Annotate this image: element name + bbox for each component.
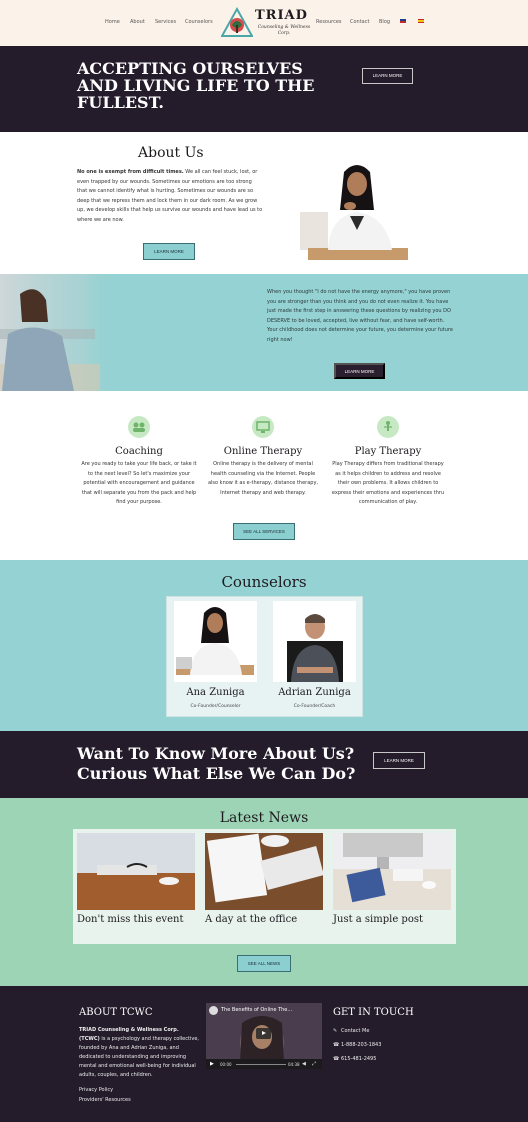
counselor-name: Adrian Zuniga — [278, 687, 351, 698]
news-section: Latest News Don't miss this event A day … — [0, 798, 528, 986]
service-text: Play Therapy differs from traditional th… — [331, 461, 445, 505]
monitor-icon — [252, 416, 274, 438]
nav-about[interactable]: About — [130, 19, 145, 25]
service-online-therapy[interactable]: Online Therapy Online therapy is the del… — [205, 416, 321, 498]
counselors-section: Counselors Ana Zuniga Co-Founder/Counsel… — [0, 560, 528, 731]
nav-blog[interactable]: Blog — [379, 19, 390, 25]
channel-avatar — [209, 1006, 218, 1015]
about-lead: No one is exempt from difficult times. — [77, 169, 184, 175]
footer-about-heading: ABOUT TCWC — [79, 1007, 153, 1018]
about-section: About Us No one is exempt from difficult… — [0, 132, 528, 274]
band-text: When you thought "I do not have the ener… — [267, 289, 453, 343]
service-title: Online Therapy — [223, 446, 303, 457]
service-text: Online therapy is the delivery of mental… — [207, 461, 319, 496]
volume-icon[interactable]: ◀ — [302, 1061, 306, 1067]
video-title[interactable]: The Benefits of Online The... — [221, 1007, 292, 1013]
site-footer: ABOUT TCWC TRIAD Counseling & Wellness C… — [0, 986, 528, 1122]
band-learn-more-button[interactable]: LEARN MORE — [334, 363, 385, 379]
about-heading: About Us — [138, 145, 204, 161]
phone-icon: ☎ — [333, 1056, 340, 1062]
contact-item[interactable]: ☎ 615-481-2495 — [333, 1056, 376, 1062]
contact-item[interactable]: ✎ Contact Me — [333, 1028, 369, 1034]
ana-zuniga-photo — [300, 160, 415, 260]
contact-text: Contact Me — [341, 1028, 370, 1034]
counselor-role: Co-Founder/Coach — [293, 704, 336, 709]
news-title[interactable]: Don't miss this event — [77, 914, 195, 925]
hero-learn-more-button[interactable]: LEARN MORE — [362, 68, 413, 84]
hero-section: ACCEPTING OURSELVES AND LIVING LIFE TO T… — [0, 46, 528, 132]
phone-icon: ☎ — [333, 1042, 340, 1048]
counselor-name: Ana Zuniga — [186, 687, 245, 698]
play-icon — [262, 1031, 266, 1035]
news-card[interactable]: A day at the office — [205, 833, 323, 925]
service-title: Play Therapy — [354, 446, 422, 457]
about-learn-more-button[interactable]: LEARN MORE — [143, 243, 195, 260]
news-card-group: Don't miss this event A day at the offic… — [73, 829, 456, 944]
fullscreen-icon[interactable]: ⤢ — [312, 1061, 316, 1067]
nav-resources[interactable]: Resources — [316, 19, 342, 25]
counselors-heading: Counselors — [221, 573, 307, 591]
site-header: Home About Services Counselors TRIAD Cou… — [0, 0, 528, 46]
adrian-zuniga-portrait[interactable] — [273, 601, 356, 682]
pencil-icon: ✎ — [333, 1028, 338, 1034]
contact-text: 1-888-203-1843 — [341, 1042, 382, 1048]
news-image-imac — [333, 833, 451, 910]
play-icon-small[interactable]: ▶ — [210, 1061, 214, 1067]
see-all-services-button[interactable]: SEE ALL SERVICES — [233, 523, 295, 540]
nav-counselors[interactable]: Counselors — [185, 19, 213, 25]
service-play-therapy[interactable]: Play Therapy Play Therapy differs from t… — [330, 416, 446, 508]
news-card[interactable]: Just a simple post — [333, 833, 451, 925]
video-total-time: 04:38 — [288, 1062, 300, 1067]
services-section: Coaching Are you ready to take your life… — [0, 391, 528, 560]
english-flag-icon[interactable] — [400, 19, 406, 23]
site-logo[interactable]: TRIAD Counseling & Wellness Corp. — [221, 5, 313, 41]
contact-item[interactable]: ☎ 1-888-203-1843 — [333, 1042, 381, 1048]
child-icon — [377, 416, 399, 438]
counselor-role: Co-Founder/Counselor — [190, 704, 241, 709]
cta-title: Want To Know More About Us? Curious What… — [77, 744, 356, 783]
cta-learn-more-button[interactable]: LEARN MORE — [373, 752, 425, 769]
service-title: Coaching — [115, 446, 163, 457]
about-body: We all can feel stuck, lost, or even tra… — [77, 169, 263, 223]
news-image-office — [205, 833, 323, 910]
footer-about-body: is a psychology and therapy collective, … — [79, 1036, 199, 1078]
video-current-time: 00:00 — [220, 1062, 232, 1067]
contact-text: 615-481-2495 — [341, 1056, 377, 1062]
triad-logo-icon — [221, 7, 253, 37]
logo-name: TRIAD — [255, 8, 308, 23]
ana-zuniga-portrait[interactable] — [174, 601, 257, 682]
nav-home[interactable]: Home — [105, 19, 120, 25]
footer-about-text: TRIAD Counseling & Wellness Corp. (TCWC)… — [79, 1026, 199, 1080]
logo-subtitle: Counseling & Wellness Corp. — [257, 25, 311, 36]
providers-resources-link[interactable]: Providers' Resources — [79, 1097, 131, 1103]
news-title[interactable]: Just a simple post — [333, 914, 451, 925]
counselors-card-group: Ana Zuniga Co-Founder/Counselor Adrian Z… — [166, 596, 363, 717]
service-text: Are you ready to take your life back, or… — [81, 461, 197, 505]
about-text: No one is exempt from difficult times. W… — [77, 168, 263, 225]
woman-by-sea-photo — [0, 274, 120, 391]
news-card[interactable]: Don't miss this event — [77, 833, 195, 925]
play-button[interactable] — [256, 1028, 271, 1039]
hero-title: ACCEPTING OURSELVES AND LIVING LIFE TO T… — [77, 59, 315, 112]
news-heading: Latest News — [219, 810, 309, 826]
spanish-flag-icon[interactable] — [418, 19, 424, 23]
news-title[interactable]: A day at the office — [205, 914, 323, 925]
privacy-policy-link[interactable]: Privacy Policy — [79, 1087, 113, 1093]
nav-contact[interactable]: Contact — [350, 19, 369, 25]
see-all-news-button[interactable]: SEE ALL NEWS — [237, 955, 291, 972]
people-icon — [128, 416, 150, 438]
cta-section: Want To Know More About Us? Curious What… — [0, 731, 528, 798]
video-player[interactable]: The Benefits of Online The... ▶ 00:00 04… — [206, 1003, 322, 1069]
news-image-desk — [77, 833, 195, 910]
video-progress-bar[interactable] — [236, 1064, 286, 1065]
service-coaching[interactable]: Coaching Are you ready to take your life… — [81, 416, 197, 508]
nav-services[interactable]: Services — [155, 19, 176, 25]
footer-contact-heading: GET IN TOUCH — [333, 1007, 414, 1018]
